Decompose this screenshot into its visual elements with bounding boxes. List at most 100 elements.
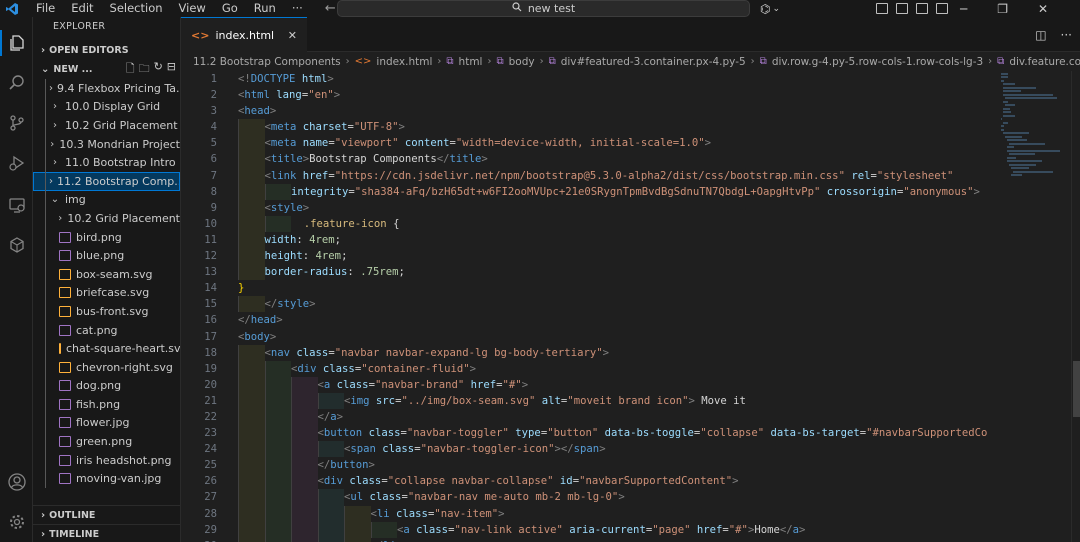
code-line[interactable]: 6 <title>Bootstrap Components</title> (181, 151, 1001, 168)
settings-gear-icon[interactable] (0, 507, 33, 537)
tree-folder[interactable]: › 10.2 Grid Placement (33, 116, 180, 135)
restore-icon[interactable]: ❐ (997, 2, 1008, 16)
breadcrumb-item[interactable]: 11.2 Bootstrap Components (193, 56, 341, 68)
explorer-icon[interactable] (0, 28, 33, 58)
tree-file[interactable]: chevron-right.svg (33, 358, 180, 377)
tree-folder[interactable]: › 9.4 Flexbox Pricing Ta... (33, 79, 180, 98)
code-line[interactable]: 29 <a class="nav-link active" aria-curren… (181, 521, 1001, 538)
close-window-icon[interactable]: ✕ (1038, 2, 1048, 16)
tree-file[interactable]: bird.png (33, 228, 180, 247)
code-line[interactable]: 16 </head> (181, 312, 1001, 328)
code-line[interactable]: 4 <meta charset="UTF-8"> (181, 119, 1001, 136)
code-line[interactable]: 25 </button> (181, 457, 1001, 474)
timeline-section[interactable]: › TIMELINE (33, 524, 180, 542)
more-actions-icon[interactable]: ··· (1061, 28, 1072, 42)
tree-folder[interactable]: › 10.0 Display Grid (33, 98, 180, 117)
tree-folder[interactable]: ⌄ img (33, 191, 180, 210)
code-line[interactable]: 12 height: 4rem; (181, 248, 1001, 265)
command-center-search[interactable]: new test (337, 0, 750, 17)
workspace-folder-header[interactable]: ⌄ NEW ... 🗋 🗀 ↻ ⊟ (33, 60, 180, 79)
tree-file[interactable]: dog.png (33, 377, 180, 396)
tree-folder[interactable]: › 11.2 Bootstrap Comp... (33, 171, 180, 191)
extensions-icon[interactable] (0, 230, 33, 260)
code-line[interactable]: 20 <a class="navbar-brand" href="#"> (181, 376, 1001, 393)
code-line[interactable]: 21 <img src="../img/box-seam.svg" alt="mo… (181, 392, 1001, 409)
tree-file[interactable]: fish.png (33, 395, 180, 414)
breadcrumb-item[interactable]: html (459, 56, 483, 68)
tree-file[interactable]: bus-front.svg (33, 302, 180, 321)
split-editor-icon[interactable]: ◫ (1035, 28, 1046, 42)
tree-file[interactable]: flower.jpg (33, 414, 180, 433)
code-line[interactable]: 10 .feature-icon { (181, 215, 1001, 232)
vertical-scrollbar[interactable] (1071, 71, 1080, 542)
breadcrumb-item[interactable]: index.html (376, 56, 432, 68)
scrollbar-thumb[interactable] (1073, 361, 1080, 417)
toggle-panel-icon[interactable] (896, 3, 908, 14)
tree-file[interactable]: cat.png (33, 321, 180, 340)
minimize-icon[interactable]: ─ (960, 2, 967, 16)
code-line[interactable]: 24 <span class="navbar-toggler-icon"></sp… (181, 441, 1001, 458)
breadcrumb-item[interactable]: div.row.g-4.py-5.row-cols-1.row-cols-lg-… (772, 56, 983, 68)
code-line[interactable]: 9 <style> (181, 199, 1001, 216)
tree-folder[interactable]: › 11.0 Bootstrap Intro (33, 153, 180, 172)
minimap[interactable] (1001, 71, 1071, 231)
tree-folder[interactable]: › 10.3 Mondrian Project (33, 135, 180, 154)
new-file-icon[interactable]: 🗋 (126, 60, 135, 79)
outline-section[interactable]: › OUTLINE (33, 505, 180, 524)
breadcrumb-item[interactable]: div.feature.col (1009, 56, 1080, 68)
tree-file[interactable]: iris headshot.png (33, 451, 180, 470)
new-folder-icon[interactable]: 🗀 (139, 60, 150, 79)
tree-file[interactable]: briefcase.svg (33, 284, 180, 303)
code-line[interactable]: 1 <!DOCTYPE html> (181, 71, 1001, 87)
code-line[interactable]: 2 <html lang="en"> (181, 87, 1001, 103)
code-line[interactable]: 17 <body> (181, 329, 1001, 345)
back-arrow-icon[interactable]: ← (325, 1, 336, 16)
tree-folder[interactable]: › 10.2 Grid Placement (33, 209, 180, 228)
code-line[interactable]: 19 <div class="container-fluid"> (181, 360, 1001, 377)
code-line[interactable]: 30</li> (181, 537, 1001, 542)
code-line[interactable]: 3 <head> (181, 103, 1001, 119)
menu-item[interactable]: File (28, 0, 63, 17)
tree-file[interactable]: green.png (33, 432, 180, 451)
code-line[interactable]: 11 width: 4rem; (181, 231, 1001, 249)
code-line[interactable]: 13 border-radius: .75rem; (181, 264, 1001, 281)
remote-explorer-icon[interactable] (0, 190, 33, 220)
menu-item[interactable]: Edit (63, 0, 101, 17)
menu-item[interactable]: View (171, 0, 214, 17)
search-icon[interactable] (0, 68, 33, 98)
code-line[interactable]: 22 </a> (181, 408, 1001, 426)
code-line[interactable]: 26 <div class="collapse navbar-collapse" … (181, 473, 1001, 490)
customize-layout-icon[interactable] (936, 3, 948, 14)
tree-file[interactable]: moving-van.jpg (33, 469, 180, 488)
refresh-icon[interactable]: ↻ (154, 60, 163, 79)
run-debug-icon[interactable] (0, 148, 33, 178)
menu-item[interactable]: ··· (284, 0, 311, 17)
collapse-all-icon[interactable]: ⊟ (167, 60, 176, 79)
menu-item[interactable]: Go (214, 0, 246, 17)
code-line[interactable]: 23 <button class="navbar-toggler" type="b… (181, 425, 1001, 442)
code-view[interactable]: 1 <!DOCTYPE html> 2 <html lang="en"> 3 <head>… (181, 71, 1001, 542)
tree-file[interactable]: chat-square-heart.svg (33, 339, 180, 358)
code-line[interactable]: 28 <li class="nav-item"> (181, 505, 1001, 522)
toggle-sidebar-icon[interactable] (876, 3, 888, 14)
accounts-icon[interactable] (0, 467, 33, 497)
code-line[interactable]: 7 <link href="https://cdn.jsdelivr.net/np… (181, 167, 1001, 184)
tree-file[interactable]: box-seam.svg (33, 265, 180, 284)
code-line[interactable]: 5 <meta name="viewport" content="width=de… (181, 135, 1001, 152)
close-tab-icon[interactable]: ✕ (288, 29, 297, 42)
breadcrumb-item[interactable]: div#featured-3.container.px-4.py-5 (561, 56, 746, 68)
code-line[interactable]: 15 </style> (181, 296, 1001, 313)
code-line[interactable]: 14} (181, 280, 1001, 296)
open-editors-section[interactable]: › OPEN EDITORS (33, 41, 180, 60)
menu-item[interactable]: Run (246, 0, 284, 17)
code-line[interactable]: 27 <ul class="navbar-nav me-auto mb-2 mb-… (181, 489, 1001, 506)
tree-file[interactable]: blue.png (33, 246, 180, 265)
breadcrumb-item[interactable]: body (509, 56, 535, 68)
code-line[interactable]: 18 <nav class="navbar navbar-expand-lg bg… (181, 344, 1001, 361)
menu-item[interactable]: Selection (102, 0, 171, 17)
source-control-icon[interactable] (0, 108, 33, 138)
code-line[interactable]: 8 integrity="sha384-aFq/bzH65dt+w6FI2ooMV… (181, 183, 1001, 200)
copilot-menu[interactable]: ⌬ ⌄ (760, 0, 780, 17)
toggle-secondary-sidebar-icon[interactable] (916, 3, 928, 14)
tab-index-html[interactable]: <> index.html ✕ (181, 17, 307, 52)
